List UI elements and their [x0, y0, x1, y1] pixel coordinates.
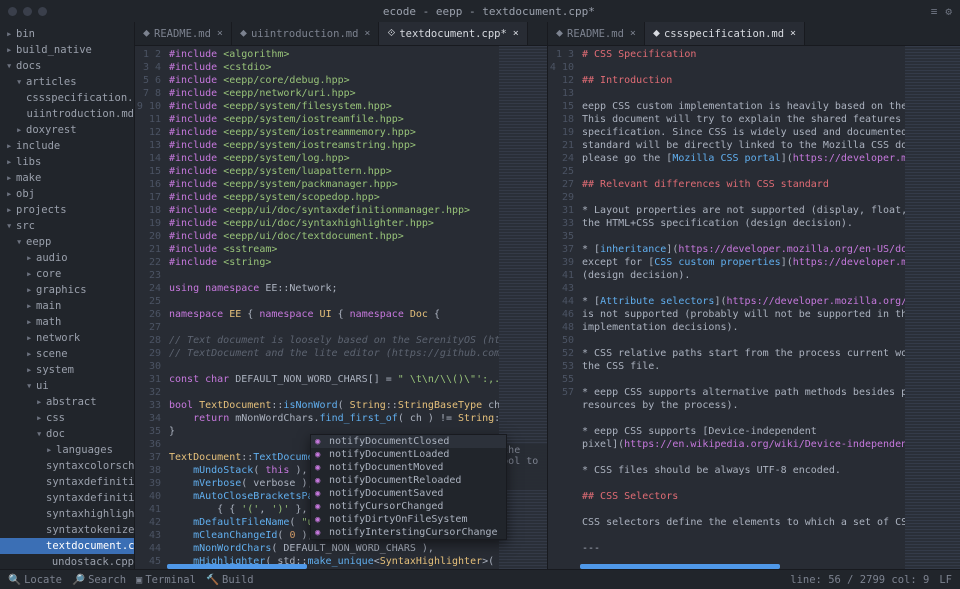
code-right[interactable]: # CSS Specification ## Introduction eepp… — [580, 46, 905, 569]
close-window[interactable] — [8, 7, 17, 16]
window-title: ecode - eepp - textdocument.cpp* — [383, 5, 595, 18]
folder-item[interactable]: ▸languages — [0, 442, 134, 458]
method-icon: ◉ — [315, 528, 325, 538]
gear-icon[interactable]: ⚙ — [945, 5, 952, 18]
folder-item[interactable]: ▾docs — [0, 58, 134, 74]
tab[interactable]: ⬥cssspecification.md× — [645, 22, 805, 45]
gutter-left: 1 2 3 4 5 6 7 8 9 10 11 12 13 14 15 16 1… — [135, 46, 167, 569]
close-icon[interactable]: × — [364, 28, 370, 39]
autocomplete-item[interactable]: ◉notifyDocumentSaved — [311, 487, 506, 500]
file-icon: ⟐ — [387, 28, 395, 39]
autocomplete-item[interactable]: ◉notifyDocumentLoaded — [311, 448, 506, 461]
folder-item[interactable]: ▾doc — [0, 426, 134, 442]
tab[interactable]: ⟐textdocument.cpp*× — [379, 22, 527, 45]
editor-pane-right: ⬥README.md×⬥cssspecification.md× 1 3 4 1… — [548, 22, 960, 569]
minimize-window[interactable] — [23, 7, 32, 16]
minimap-right[interactable] — [905, 46, 960, 569]
maximize-window[interactable] — [38, 7, 47, 16]
status-search[interactable]: 🔎 Search — [72, 573, 126, 586]
folder-item[interactable]: ▸core — [0, 266, 134, 282]
tabbar-left[interactable]: ⬥README.md×⬥uiintroduction.md×⟐textdocum… — [135, 22, 547, 46]
menu-icon[interactable]: ≡ — [931, 5, 938, 18]
hscroll-left[interactable] — [167, 564, 307, 569]
folder-item[interactable]: ▸include — [0, 138, 134, 154]
file-item[interactable]: syntaxdefinitionma — [0, 490, 134, 506]
file-item[interactable]: undostack.cpp — [0, 554, 134, 569]
folder-item[interactable]: ▾ui — [0, 378, 134, 394]
method-icon: ◉ — [315, 476, 325, 486]
status-eol[interactable]: LF — [939, 574, 952, 586]
file-item[interactable]: syntaxdefinition.cp — [0, 474, 134, 490]
file-icon: ⬥ — [240, 28, 247, 39]
folder-item[interactable]: ▸projects — [0, 202, 134, 218]
autocomplete-item[interactable]: ◉notifyDocumentReloaded — [311, 474, 506, 487]
folder-item[interactable]: ▸doxyrest — [0, 122, 134, 138]
folder-item[interactable]: ▸make — [0, 170, 134, 186]
main-area: ▸bin▸build_native▾docs▾articlescssspecif… — [0, 22, 960, 569]
editor-split: ⬥README.md×⬥uiintroduction.md×⟐textdocum… — [135, 22, 960, 569]
status-build[interactable]: 🔨 Build — [206, 573, 254, 586]
method-icon: ◉ — [315, 489, 325, 499]
file-icon: ⬥ — [556, 28, 563, 39]
tab[interactable]: ⬥uiintroduction.md× — [232, 22, 380, 45]
close-icon[interactable]: × — [630, 28, 636, 39]
method-icon: ◉ — [315, 437, 325, 447]
editor-pane-left: ⬥README.md×⬥uiintroduction.md×⟐textdocum… — [135, 22, 548, 569]
folder-item[interactable]: ▸main — [0, 298, 134, 314]
tabbar-right[interactable]: ⬥README.md×⬥cssspecification.md× — [548, 22, 960, 46]
autocomplete-item[interactable]: ◉notifyCursorChanged — [311, 500, 506, 513]
file-tree[interactable]: ▸bin▸build_native▾docs▾articlescssspecif… — [0, 22, 135, 569]
method-icon: ◉ — [315, 515, 325, 525]
folder-item[interactable]: ▸math — [0, 314, 134, 330]
close-icon[interactable]: × — [790, 28, 796, 39]
gutter-right: 1 3 4 10 12 13 15 18 19 21 24 25 27 29 3… — [548, 46, 580, 569]
folder-item[interactable]: ▾articles — [0, 74, 134, 90]
folder-item[interactable]: ▾eepp — [0, 234, 134, 250]
autocomplete-item[interactable]: ◉notifyDocumentMoved — [311, 461, 506, 474]
statusbar: 🔍 Locate 🔎 Search ▣ Terminal 🔨 Build lin… — [0, 569, 960, 589]
status-locate[interactable]: 🔍 Locate — [8, 573, 62, 586]
file-item[interactable]: syntaxhighlighter.c — [0, 506, 134, 522]
file-item[interactable]: syntaxcolorscheme. — [0, 458, 134, 474]
code-area-left[interactable]: 1 2 3 4 5 6 7 8 9 10 11 12 13 14 15 16 1… — [135, 46, 547, 569]
file-item[interactable]: cssspecification.md — [0, 90, 134, 106]
file-item[interactable]: uiintroduction.md — [0, 106, 134, 122]
autocomplete-item[interactable]: ◉notifyDocumentClosed — [311, 435, 506, 448]
code-area-right[interactable]: 1 3 4 10 12 13 15 18 19 21 24 25 27 29 3… — [548, 46, 960, 569]
method-icon: ◉ — [315, 450, 325, 460]
file-icon: ⬥ — [143, 28, 150, 39]
status-terminal[interactable]: ▣ Terminal — [136, 574, 196, 586]
close-icon[interactable]: × — [513, 28, 519, 39]
file-item[interactable]: textdocument.cpp — [0, 538, 134, 554]
folder-item[interactable]: ▸system — [0, 362, 134, 378]
file-item[interactable]: syntaxtokenizer.cp — [0, 522, 134, 538]
method-icon: ◉ — [315, 502, 325, 512]
folder-item[interactable]: ▸scene — [0, 346, 134, 362]
window-controls — [8, 7, 47, 16]
method-icon: ◉ — [315, 463, 325, 473]
autocomplete-popup[interactable]: ◉notifyDocumentClosed◉notifyDocumentLoad… — [310, 434, 507, 540]
folder-item[interactable]: ▸graphics — [0, 282, 134, 298]
folder-item[interactable]: ▸abstract — [0, 394, 134, 410]
folder-item[interactable]: ▸obj — [0, 186, 134, 202]
hscroll-right[interactable] — [580, 564, 780, 569]
tab[interactable]: ⬥README.md× — [548, 22, 645, 45]
file-icon: ⬥ — [653, 28, 660, 39]
tab[interactable]: ⬥README.md× — [135, 22, 232, 45]
folder-item[interactable]: ▸network — [0, 330, 134, 346]
folder-item[interactable]: ▾src — [0, 218, 134, 234]
status-position[interactable]: line: 56 / 2799 col: 9 — [790, 574, 929, 586]
autocomplete-item[interactable]: ◉notifyInterstingCursorChange — [311, 526, 506, 539]
folder-item[interactable]: ▸build_native — [0, 42, 134, 58]
folder-item[interactable]: ▸libs — [0, 154, 134, 170]
folder-item[interactable]: ▸audio — [0, 250, 134, 266]
folder-item[interactable]: ▸css — [0, 410, 134, 426]
titlebar: ecode - eepp - textdocument.cpp* ≡ ⚙ — [0, 0, 960, 22]
close-icon[interactable]: × — [217, 28, 223, 39]
folder-item[interactable]: ▸bin — [0, 26, 134, 42]
autocomplete-item[interactable]: ◉notifyDirtyOnFileSystem — [311, 513, 506, 526]
